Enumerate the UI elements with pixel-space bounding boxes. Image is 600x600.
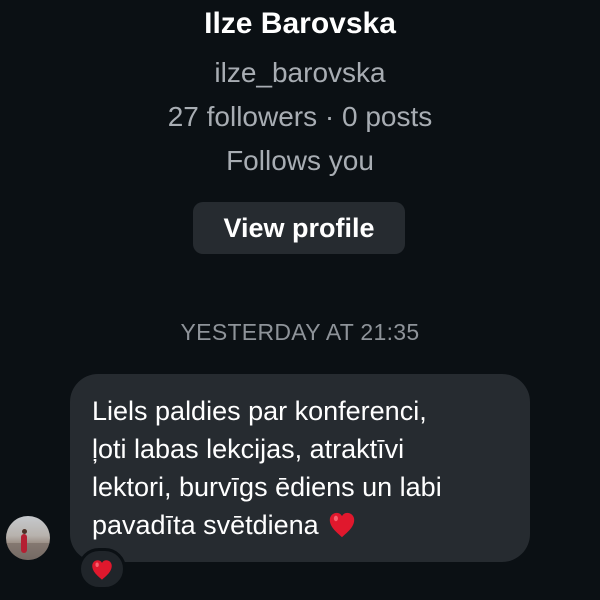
message-line: lektori, burvīgs ēdiens un labi xyxy=(92,472,442,502)
message-line: ļoti labas lekcijas, atraktīvi xyxy=(92,434,405,464)
avatar-water xyxy=(6,543,50,560)
reaction-badge[interactable] xyxy=(78,548,126,590)
profile-stats: 27 followers · 0 posts xyxy=(167,101,433,132)
message-timestamp: YESTERDAY AT 21:35 xyxy=(180,319,420,345)
red-heart-icon xyxy=(329,512,354,538)
follows-you-label: Follows you xyxy=(226,145,374,176)
avatar[interactable] xyxy=(6,516,50,560)
message-line-text: pavadīta svētdiena xyxy=(92,510,319,540)
profile-username: ilze_barovska xyxy=(214,57,386,88)
message-line: Liels paldies par konferenci, xyxy=(92,396,427,426)
message-line-last: pavadīta svētdiena xyxy=(92,506,508,544)
avatar-person-figure xyxy=(21,534,27,553)
message-bubble[interactable]: Liels paldies par konferenci, ļoti labas… xyxy=(70,374,530,562)
profile-name: Ilze Barovska xyxy=(204,7,396,40)
red-heart-icon xyxy=(92,560,112,580)
view-profile-button[interactable]: View profile xyxy=(193,202,405,254)
